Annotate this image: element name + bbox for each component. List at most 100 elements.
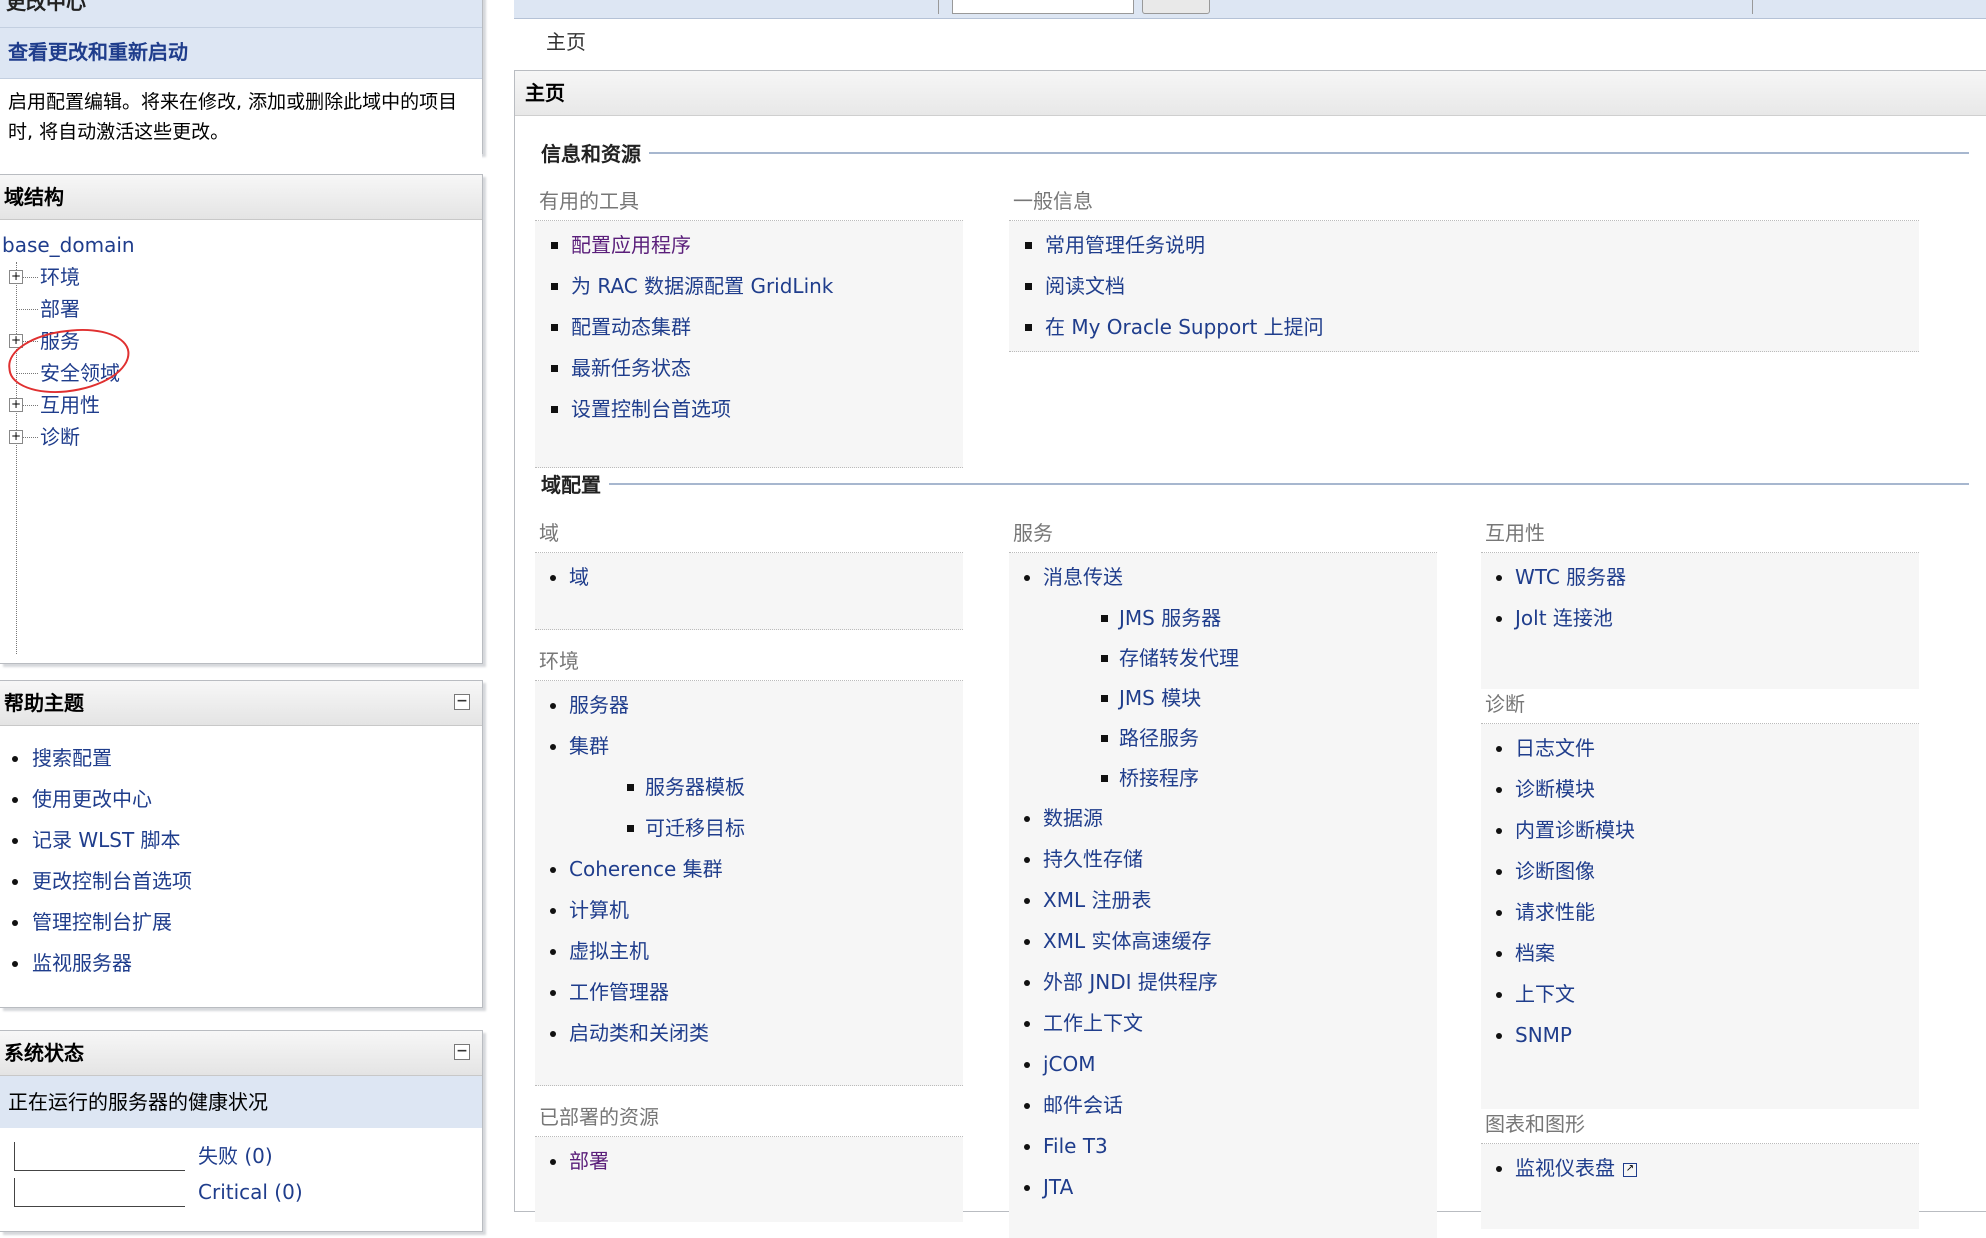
- link-text[interactable]: Coherence 集群: [569, 857, 723, 881]
- link-log-files[interactable]: 日志文件: [1481, 728, 1919, 769]
- link-text[interactable]: JMS 服务器: [1119, 606, 1221, 630]
- link-text[interactable]: 持久性存储: [1043, 847, 1143, 871]
- link-text[interactable]: 为 RAC 数据源配置 GridLink: [571, 274, 833, 298]
- link-read-docs[interactable]: 阅读文档: [1009, 266, 1919, 307]
- expand-icon[interactable]: +: [9, 398, 23, 412]
- expand-icon[interactable]: +: [9, 270, 23, 284]
- link-path-services[interactable]: 路径服务: [1009, 718, 1437, 758]
- link-text[interactable]: File T3: [1043, 1134, 1108, 1158]
- link-server-templates[interactable]: 服务器模板: [535, 767, 963, 808]
- link-text[interactable]: 设置控制台首选项: [571, 397, 731, 421]
- link-machines[interactable]: 计算机: [535, 890, 963, 931]
- status-row-critical[interactable]: Critical (0): [0, 1174, 482, 1210]
- help-link[interactable]: 监视服务器: [32, 951, 132, 975]
- link-jms-servers[interactable]: JMS 服务器: [1009, 598, 1437, 638]
- link-text[interactable]: 计算机: [569, 898, 629, 922]
- link-text[interactable]: 服务器: [569, 693, 629, 717]
- link-text[interactable]: 上下文: [1515, 982, 1575, 1006]
- search-input[interactable]: [952, 0, 1134, 14]
- tree-node-label[interactable]: 环境: [40, 265, 80, 289]
- link-work-contexts[interactable]: 工作上下文: [1009, 1003, 1437, 1044]
- tree-node-diagnostics[interactable]: + 诊断: [0, 421, 482, 453]
- link-persistent-stores[interactable]: 持久性存储: [1009, 839, 1437, 880]
- tree-node-environment[interactable]: + 环境: [0, 261, 482, 293]
- link-startup-shutdown[interactable]: 启动类和关闭类: [535, 1013, 963, 1054]
- link-text[interactable]: 启动类和关闭类: [569, 1021, 709, 1045]
- link-text[interactable]: 部署: [569, 1149, 609, 1173]
- link-text[interactable]: 监视仪表盘: [1515, 1156, 1615, 1180]
- link-builtin-diag-modules[interactable]: 内置诊断模块: [1481, 810, 1919, 851]
- help-link[interactable]: 管理控制台扩展: [32, 910, 172, 934]
- link-text[interactable]: JMS 模块: [1119, 686, 1201, 710]
- link-xml-entity-caches[interactable]: XML 实体高速缓存: [1009, 921, 1437, 962]
- help-item-monitor-servers[interactable]: 监视服务器: [0, 943, 482, 984]
- link-text[interactable]: 常用管理任务说明: [1045, 233, 1205, 257]
- link-text[interactable]: 阅读文档: [1045, 274, 1125, 298]
- link-text[interactable]: 配置动态集群: [571, 315, 691, 339]
- help-link[interactable]: 搜索配置: [32, 746, 112, 770]
- tree-node-deployments[interactable]: 部署: [0, 293, 482, 325]
- collapse-icon[interactable]: −: [454, 694, 470, 710]
- help-link[interactable]: 使用更改中心: [32, 787, 152, 811]
- link-wtc-servers[interactable]: WTC 服务器: [1481, 557, 1919, 598]
- help-item-record-wlst[interactable]: 记录 WLST 脚本: [0, 820, 482, 861]
- link-configure-application[interactable]: 配置应用程序: [535, 225, 963, 266]
- link-text[interactable]: 配置应用程序: [571, 233, 691, 257]
- link-console-prefs[interactable]: 设置控制台首选项: [535, 389, 963, 430]
- tree-node-label[interactable]: 诊断: [40, 425, 80, 449]
- link-text[interactable]: 存储转发代理: [1119, 646, 1239, 670]
- link-snmp[interactable]: SNMP: [1481, 1015, 1919, 1056]
- link-text[interactable]: 数据源: [1043, 806, 1103, 830]
- link-task-status[interactable]: 最新任务状态: [535, 348, 963, 389]
- link-oracle-support[interactable]: 在 My Oracle Support 上提问: [1009, 307, 1919, 348]
- link-data-sources[interactable]: 数据源: [1009, 798, 1437, 839]
- status-link[interactable]: Critical (0): [198, 1180, 303, 1204]
- link-foreign-jndi[interactable]: 外部 JNDI 提供程序: [1009, 962, 1437, 1003]
- help-link[interactable]: 更改控制台首选项: [32, 869, 192, 893]
- link-text[interactable]: 请求性能: [1515, 900, 1595, 924]
- tree-node-label[interactable]: 互用性: [40, 393, 100, 417]
- link-messaging[interactable]: 消息传送: [1009, 557, 1437, 598]
- link-store-forward[interactable]: 存储转发代理: [1009, 638, 1437, 678]
- expand-icon[interactable]: +: [9, 430, 23, 444]
- link-virtual-hosts[interactable]: 虚拟主机: [535, 931, 963, 972]
- link-mail-sessions[interactable]: 邮件会话: [1009, 1085, 1437, 1126]
- link-text[interactable]: 工作上下文: [1043, 1011, 1143, 1035]
- link-domain[interactable]: 域: [535, 557, 963, 598]
- link-text[interactable]: 诊断图像: [1515, 859, 1595, 883]
- collapse-icon[interactable]: −: [454, 1044, 470, 1060]
- tree-node-label[interactable]: 部署: [40, 297, 80, 321]
- tree-node-interoperability[interactable]: + 互用性: [0, 389, 482, 421]
- external-link-icon[interactable]: ↗: [1623, 1163, 1637, 1177]
- link-gridlink-rac[interactable]: 为 RAC 数据源配置 GridLink: [535, 266, 963, 307]
- link-text[interactable]: 档案: [1515, 941, 1555, 965]
- link-text[interactable]: 诊断模块: [1515, 777, 1595, 801]
- link-jcom[interactable]: jCOM: [1009, 1044, 1437, 1085]
- link-work-managers[interactable]: 工作管理器: [535, 972, 963, 1013]
- link-text[interactable]: jCOM: [1043, 1052, 1096, 1076]
- link-request-performance[interactable]: 请求性能: [1481, 892, 1919, 933]
- help-link[interactable]: 记录 WLST 脚本: [32, 828, 181, 852]
- link-text[interactable]: 工作管理器: [569, 980, 669, 1004]
- link-text[interactable]: XML 实体高速缓存: [1043, 929, 1211, 953]
- link-text[interactable]: 外部 JNDI 提供程序: [1043, 970, 1218, 994]
- link-text[interactable]: 虚拟主机: [569, 939, 649, 963]
- link-text[interactable]: 内置诊断模块: [1515, 818, 1635, 842]
- status-row-failed[interactable]: 失败 (0): [0, 1138, 482, 1174]
- link-monitoring-dashboard[interactable]: 监视仪表盘 ↗: [1481, 1148, 1919, 1189]
- link-text[interactable]: SNMP: [1515, 1023, 1572, 1047]
- link-migratable-targets[interactable]: 可迁移目标: [535, 808, 963, 849]
- link-text[interactable]: 路径服务: [1119, 726, 1199, 750]
- breadcrumb[interactable]: 主页: [546, 26, 586, 55]
- link-text[interactable]: 日志文件: [1515, 736, 1595, 760]
- link-text[interactable]: 消息传送: [1043, 565, 1123, 589]
- help-item-change-center[interactable]: 使用更改中心: [0, 779, 482, 820]
- status-link[interactable]: 失败 (0): [198, 1144, 273, 1168]
- link-text[interactable]: 域: [569, 565, 589, 589]
- link-diag-images[interactable]: 诊断图像: [1481, 851, 1919, 892]
- link-text[interactable]: Jolt 连接池: [1515, 606, 1613, 630]
- tree-root-base-domain[interactable]: base_domain: [0, 230, 482, 261]
- link-context[interactable]: 上下文: [1481, 974, 1919, 1015]
- link-file-t3[interactable]: File T3: [1009, 1126, 1437, 1167]
- link-jolt-pools[interactable]: Jolt 连接池: [1481, 598, 1919, 639]
